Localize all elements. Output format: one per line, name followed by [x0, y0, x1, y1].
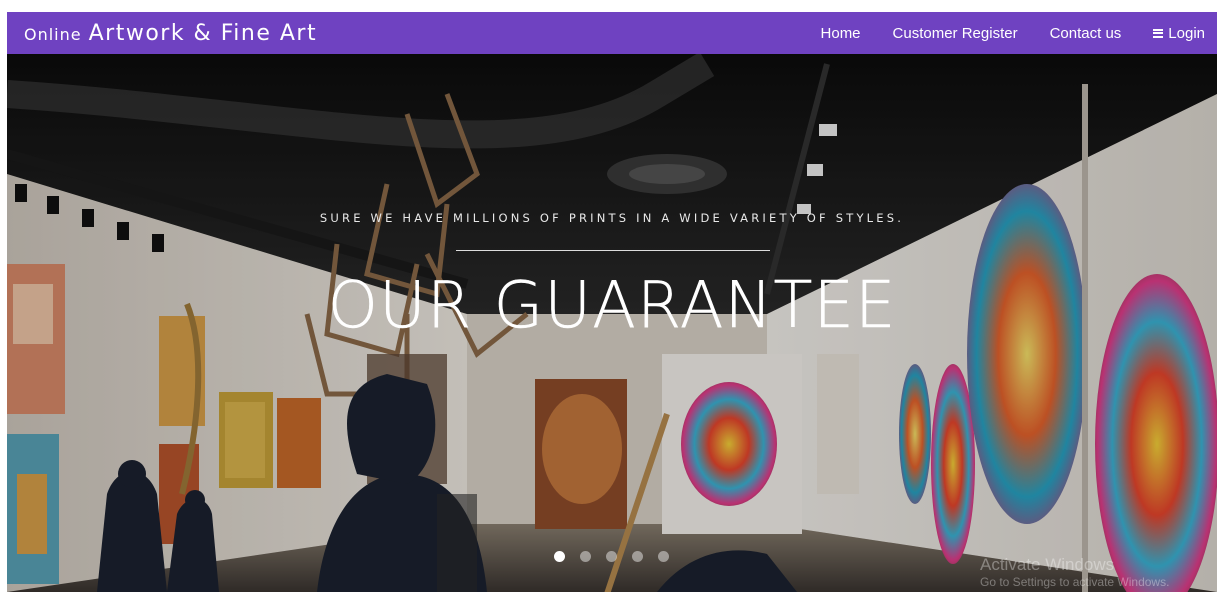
page-frame: Online Artwork & Fine Art Home Customer … — [7, 12, 1217, 592]
carousel-dot-5[interactable] — [658, 551, 669, 562]
carousel-dot-1[interactable] — [554, 551, 565, 562]
carousel-dot-4[interactable] — [632, 551, 643, 562]
hero-subtitle: SURE WE HAVE MILLIONS OF PRINTS IN A WID… — [319, 211, 905, 225]
windows-activation-watermark: Activate Windows Go to Settings to activ… — [980, 554, 1169, 590]
login-label: Login — [1168, 24, 1205, 42]
bars-icon — [1153, 28, 1164, 38]
nav-link-home[interactable]: Home — [821, 25, 861, 42]
nav-links: Home Customer Register Contact us Login — [821, 25, 1205, 42]
nav-link-login[interactable]: Login — [1153, 25, 1205, 42]
brand-name: Artwork & Fine Art — [88, 20, 318, 46]
hero-title: OUR GUARANTEE — [327, 269, 897, 343]
site-brand[interactable]: Online Artwork & Fine Art — [24, 21, 317, 46]
watermark-line-1: Activate Windows — [980, 555, 1115, 574]
brand-prefix: Online — [24, 24, 82, 44]
nav-link-contact-us[interactable]: Contact us — [1050, 25, 1122, 42]
hero-carousel: SURE WE HAVE MILLIONS OF PRINTS IN A WID… — [7, 54, 1217, 592]
nav-link-customer-register[interactable]: Customer Register — [893, 25, 1018, 42]
hero-divider — [456, 250, 770, 251]
top-navbar: Online Artwork & Fine Art Home Customer … — [7, 12, 1217, 54]
carousel-dot-2[interactable] — [580, 551, 591, 562]
carousel-indicators — [554, 551, 669, 562]
carousel-dot-3[interactable] — [606, 551, 617, 562]
watermark-line-2: Go to Settings to activate Windows. — [980, 575, 1170, 590]
